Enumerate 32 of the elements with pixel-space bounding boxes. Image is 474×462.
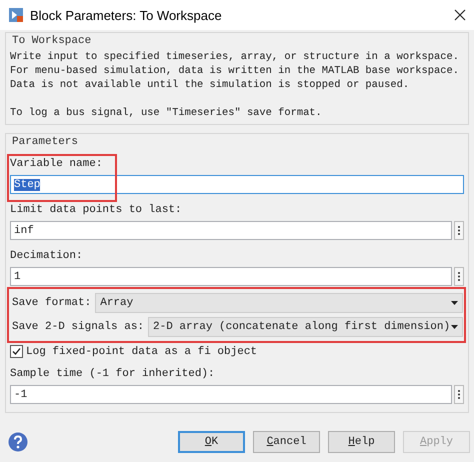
dropdown-label: Save format: xyxy=(12,297,92,309)
dialog-button[interactable]: Cancel xyxy=(253,431,320,453)
field-label: Sample time (-1 for inherited): xyxy=(10,367,215,381)
checkbox[interactable] xyxy=(10,345,23,358)
more-options-button[interactable] xyxy=(454,221,464,240)
more-options-button[interactable] xyxy=(454,385,464,404)
description-text: Write input to specified timeseries, array, or structure in a workspace. xyxy=(10,50,460,64)
description-text: For menu-based simulation, data is written in the MATLAB base workspace. xyxy=(10,64,460,78)
group-title: Parameters xyxy=(11,136,80,148)
input-field[interactable]: -1 xyxy=(10,385,452,404)
description-text: To log a bus signal, use "Timeseries" save format. xyxy=(10,106,323,120)
input-field[interactable]: inf xyxy=(10,221,452,240)
window-title: Block Parameters: To Workspace xyxy=(30,8,223,22)
close-icon[interactable] xyxy=(454,9,466,21)
dropdown[interactable]: Array xyxy=(95,293,463,313)
dialog-button[interactable]: OK xyxy=(178,431,245,453)
group-title: To Workspace xyxy=(11,35,92,47)
field-label: Decimation: xyxy=(10,249,83,263)
input-field[interactable]: Step xyxy=(10,175,464,194)
checkbox-label: Log fixed-point data as a fi object xyxy=(26,346,258,358)
description-text: Data is not available until the simulation is stopped or paused. xyxy=(10,78,410,92)
caret-icon xyxy=(451,301,458,305)
more-options-button[interactable] xyxy=(454,267,464,286)
help-icon[interactable] xyxy=(8,432,28,452)
input-field[interactable]: 1 xyxy=(10,267,452,286)
dialog-button[interactable]: Help xyxy=(328,431,395,453)
dropdown[interactable]: 2-D array (concatenate along first dimension) xyxy=(148,317,463,337)
caret-icon xyxy=(451,325,458,329)
dropdown-label: Save 2-D signals as: xyxy=(12,321,144,333)
field-label: Variable name: xyxy=(10,157,102,171)
field-label: Limit data points to last: xyxy=(10,203,182,217)
block-icon xyxy=(8,7,24,23)
